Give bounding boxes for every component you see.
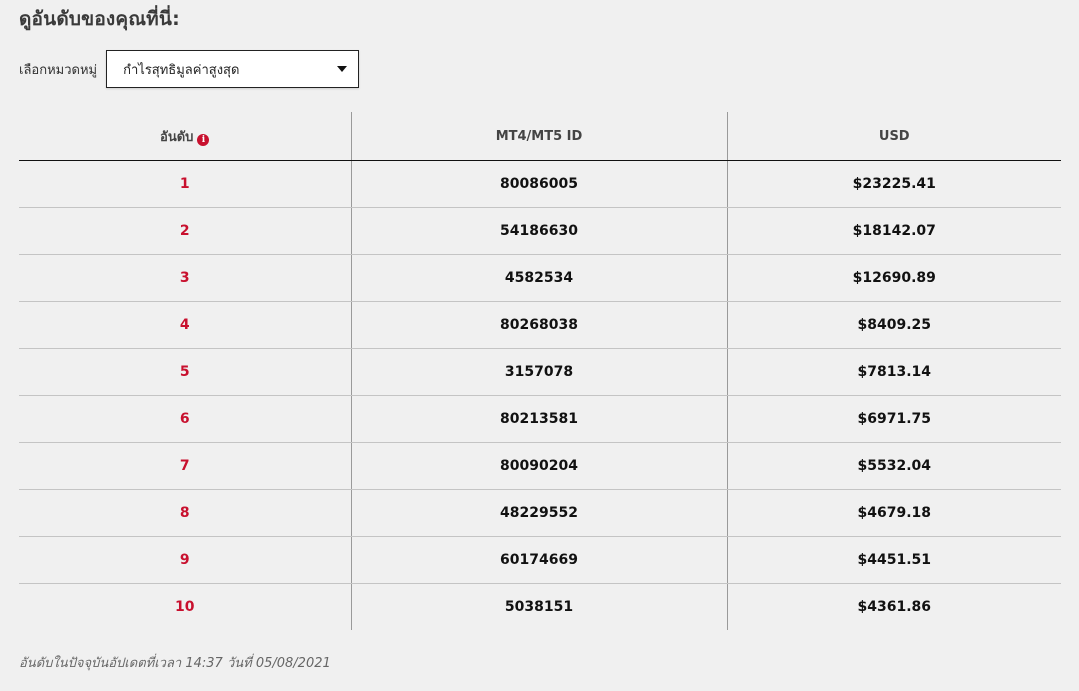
- usd-cell: $5532.04: [726, 442, 1061, 490]
- rank-cell: 2: [19, 207, 351, 255]
- account-id-cell: 60174669: [350, 536, 727, 584]
- account-id-cell: 4582534: [350, 254, 727, 302]
- account-id-cell: 54186630: [350, 207, 727, 255]
- rank-cell: 10: [175, 599, 195, 615]
- usd-cell: $18142.07: [726, 207, 1061, 255]
- category-selector: เลือกหมวดหมู่ กำไรสุทธิมูลค่าสูงสุด: [19, 50, 360, 88]
- table-row: 5 3157078 $7813.14: [19, 348, 1061, 396]
- rank-cell: 3: [19, 254, 351, 302]
- table-row: 4 80268038 $8409.25: [19, 301, 1061, 349]
- account-id-column-header: MT4/MT5 ID: [350, 112, 727, 161]
- rank-cell: 7: [19, 442, 351, 490]
- table-row: 10 5038151 $4361.86: [19, 583, 1061, 630]
- table-row: 3 4582534 $12690.89: [19, 254, 1061, 302]
- account-id-cell: 80086005: [350, 160, 727, 208]
- table-header-row: อันดับ i MT4/MT5 ID USD: [19, 112, 1061, 161]
- caret-down-icon: [337, 66, 348, 72]
- category-dropdown[interactable]: กำไรสุทธิมูลค่าสูงสุด: [106, 50, 360, 88]
- category-label: เลือกหมวดหมู่: [19, 62, 98, 78]
- table-row: 6 80213581 $6971.75: [19, 395, 1061, 443]
- usd-cell: $4361.86: [726, 583, 1061, 630]
- account-id-cell: 80090204: [350, 442, 727, 490]
- account-id-cell: 3157078: [350, 348, 727, 396]
- usd-cell: $7813.14: [726, 348, 1061, 396]
- account-id-cell: 48229552: [350, 489, 727, 537]
- category-selected-value: กำไรสุทธิมูลค่าสูงสุด: [123, 62, 240, 78]
- usd-cell: $4451.51: [726, 536, 1061, 584]
- usd-cell: $6971.75: [726, 395, 1061, 443]
- rank-column-header: อันดับ i: [19, 112, 351, 161]
- usd-column-header: USD: [726, 112, 1061, 161]
- rank-cell: 1: [19, 160, 351, 208]
- account-id-cell: 80268038: [350, 301, 727, 349]
- rank-cell: 6: [19, 395, 351, 443]
- rank-cell: 9: [19, 536, 351, 584]
- rank-cell: 4: [19, 301, 351, 349]
- page-title: ดูอันดับของคุณที่นี่:: [19, 8, 180, 30]
- table-row: 9 60174669 $4451.51: [19, 536, 1061, 584]
- usd-cell: $12690.89: [726, 254, 1061, 302]
- usd-cell: $4679.18: [726, 489, 1061, 537]
- table-row: 7 80090204 $5532.04: [19, 442, 1061, 490]
- info-circle-icon[interactable]: i: [197, 133, 210, 146]
- rank-cell: 5: [19, 348, 351, 396]
- last-updated-note: อันดับในปัจจุบันอัปเดตที่เวลา 14:37 วันท…: [19, 656, 331, 671]
- leaderboard-table: อันดับ i MT4/MT5 ID USD 1 80086005 $23225…: [19, 112, 1061, 630]
- table-row: 2 54186630 $18142.07: [19, 207, 1061, 255]
- table-row: 8 48229552 $4679.18: [19, 489, 1061, 537]
- usd-cell: $23225.41: [726, 160, 1061, 208]
- account-id-cell: 80213581: [350, 395, 727, 443]
- usd-cell: $8409.25: [726, 301, 1061, 349]
- rank-header-label: อันดับ: [160, 129, 194, 145]
- account-id-cell: 5038151: [350, 583, 727, 630]
- table-row: 1 80086005 $23225.41: [19, 160, 1061, 208]
- rank-cell: 8: [19, 489, 351, 537]
